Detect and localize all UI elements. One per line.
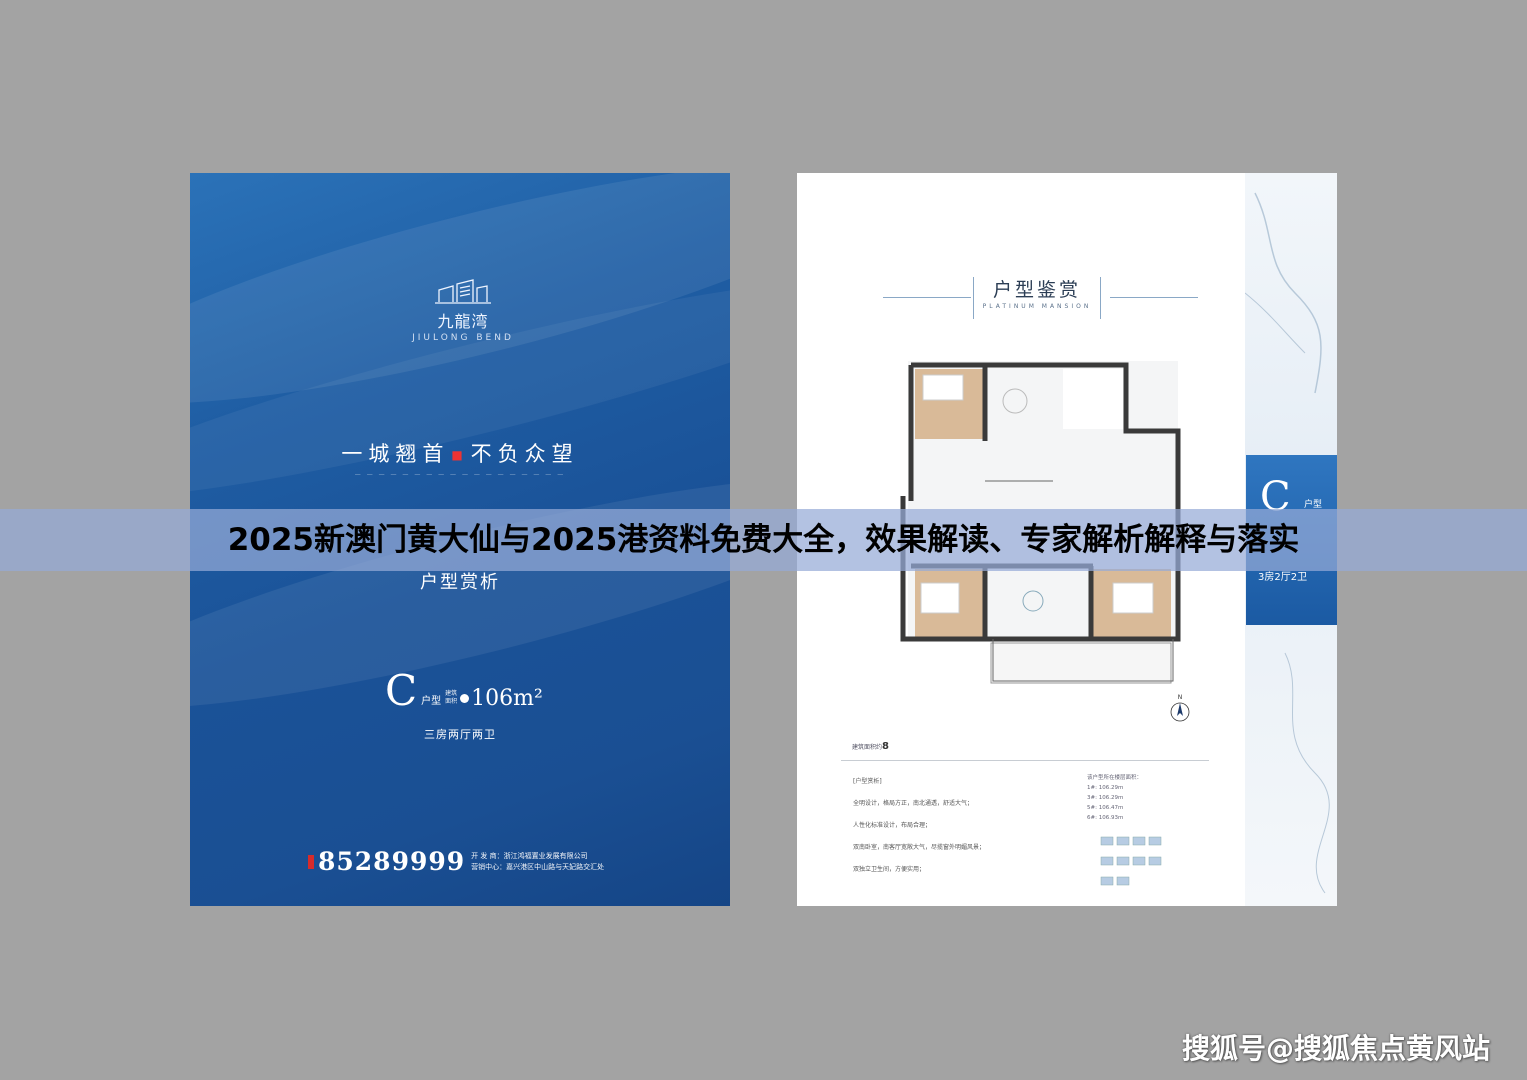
desc-line: 全明设计，格局方正，南北通透，舒适大气； (853, 800, 974, 807)
logo-name-en: JIULONG BEND (412, 333, 514, 343)
desc-line: 双南卧室，南客厅宽敞大气，尽揽窗外明媚风景； (853, 844, 986, 851)
unit-area: 106m² (471, 686, 543, 711)
circle-icon (460, 694, 470, 703)
desc-line: 双独立卫生间，方便实用； (853, 866, 926, 873)
brochure-subtitle: 户型赏析 (420, 572, 500, 593)
stats-line: 6#: 106.93m (1087, 815, 1124, 821)
north-arrow-icon (1170, 702, 1190, 722)
source-watermark: 搜狐号@搜狐焦点黄风站 (1181, 1032, 1490, 1065)
floorplan-title-en: PLATINUM MANSION (982, 303, 1092, 310)
unit-letter: C (385, 666, 418, 715)
site-key-plan (1100, 836, 1162, 886)
stats-title: 该户型所在楼层面积： (1087, 775, 1143, 781)
area-label: 建筑面积约8 (852, 741, 889, 752)
title-rule-right (1110, 297, 1198, 298)
headline-title: 2025新澳门黄大仙与2025港资料免费大全，效果解读、专家解析解释与落实 (227, 522, 1300, 558)
floor-area-stats: 该户型所在楼层面积： 1#: 106.29m 3#: 106.29m 5#: 1… (1087, 773, 1142, 823)
hotline-block: 85289999 开 发 商：浙江鸿福置业发展有限公司 营销中心：嘉兴港区中山路… (308, 847, 604, 876)
developer-info: 开 发 商：浙江鸿福置业发展有限公司 营销中心：嘉兴港区中山路与天妃路交汇处 (471, 851, 605, 871)
slogan-part-2: 不负众望 (470, 442, 579, 466)
logo-name-cn: 九龍湾 (437, 312, 489, 331)
divider (841, 760, 1209, 761)
slogan-part-1: 一城翘首 (341, 442, 450, 466)
slogan-english-fineprint: — — — — — — — — — — — — — — — — — — (354, 471, 566, 478)
building-logo-icon (435, 279, 491, 304)
title-rule-left (883, 297, 971, 298)
unit-summary: C 户型 建筑 面积 106m² (385, 666, 543, 715)
floorplan-title-cn: 户型鉴赏 (992, 279, 1081, 301)
stats-line: 3#: 106.29m (1087, 795, 1124, 801)
stats-line: 1#: 106.29m (1087, 785, 1124, 791)
compass: N (1169, 694, 1191, 727)
stats-line: 5#: 106.47m (1087, 805, 1124, 811)
unit-type-label: 户型 (421, 696, 442, 707)
compass-label: N (1177, 694, 1183, 701)
area-label: 建筑 面积 (445, 690, 458, 705)
floorplan-title: 户型鉴赏 PLATINUM MANSION (973, 277, 1101, 319)
desc-title: [户型赏析] (853, 778, 882, 785)
rooms-description: 三房两厅两卫 (424, 728, 496, 741)
slogan: 一城翘首 ■不负众望 (190, 438, 730, 468)
project-logo: 九龍湾 JIULONG BEND (403, 278, 523, 343)
desc-line: 人性化标准设计，布局合理； (853, 822, 932, 829)
unit-description: [户型赏析] 全明设计，格局方正，南北通透，舒适大气； 人性化标准设计，布局合理… (853, 776, 1043, 886)
red-dot-icon: ■ (451, 448, 469, 462)
phone-mark-icon (308, 854, 314, 869)
hotline-number: 85289999 (318, 847, 466, 876)
